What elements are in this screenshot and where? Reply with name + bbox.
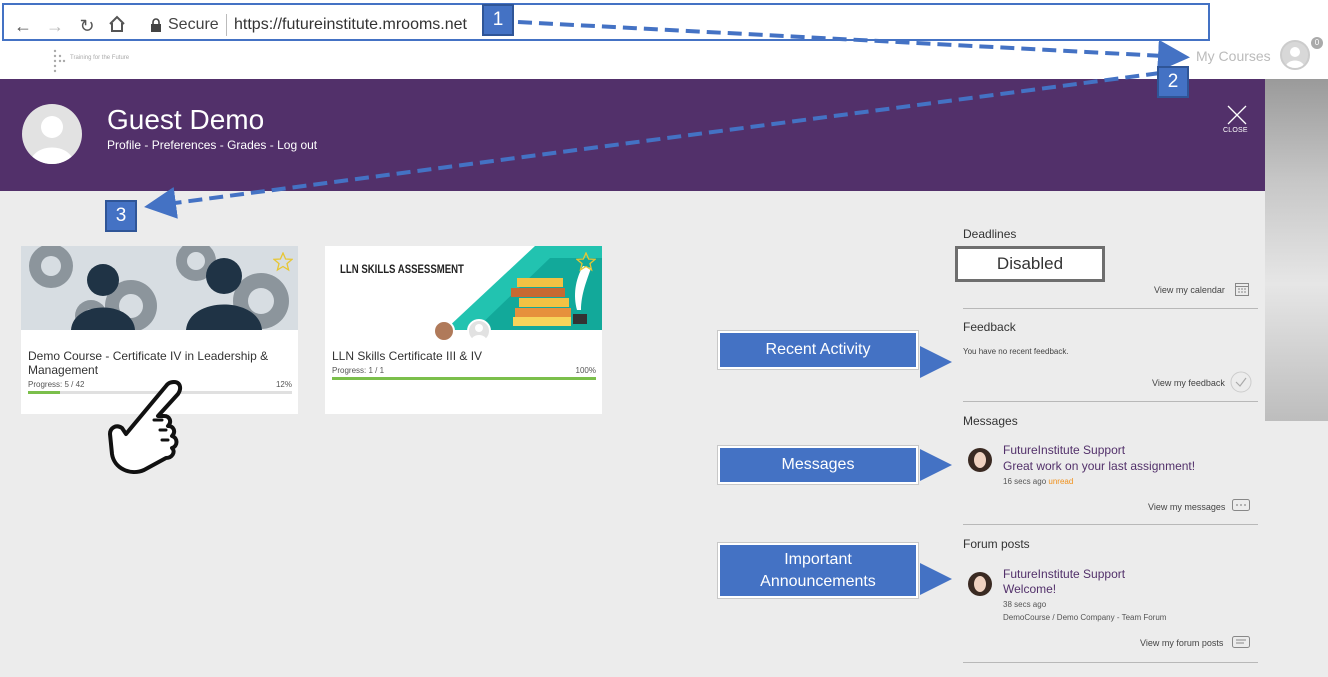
step-badge-3: 3: [105, 200, 137, 232]
link-separator: -: [266, 138, 278, 152]
progress-fill: [28, 391, 60, 394]
course-card-lln[interactable]: LLN SKILLS ASSESSMENT LLN Skills Certifi…: [325, 246, 602, 414]
favourite-star-icon[interactable]: [273, 252, 293, 272]
callout-important-announcements: Important Announcements: [717, 542, 919, 599]
profile-link[interactable]: Profile: [107, 138, 141, 152]
callout-messages: Messages: [717, 445, 919, 485]
forum-title: Forum posts: [963, 537, 1030, 551]
message-time-text: 16 secs ago: [1003, 477, 1047, 486]
section-divider: [963, 524, 1258, 525]
view-forum-link[interactable]: View my forum posts: [1140, 638, 1223, 648]
site-header: [0, 44, 1328, 79]
link-separator: -: [216, 138, 228, 152]
url-text[interactable]: https://futureinstitute.mrooms.net: [234, 16, 467, 34]
student-avatar[interactable]: [467, 319, 491, 343]
logo-icon: [53, 49, 66, 73]
course-image-lln: [325, 246, 602, 330]
logout-link[interactable]: Log out: [277, 138, 317, 152]
view-messages-link[interactable]: View my messages: [1148, 502, 1225, 512]
progress-label: Progress: 5 / 42: [28, 380, 85, 389]
message-text[interactable]: Great work on your last assignment!: [1003, 459, 1195, 473]
unread-badge: unread: [1048, 477, 1074, 486]
chat-bubble-icon[interactable]: [1232, 499, 1250, 513]
course-title-lln[interactable]: LLN Skills Certificate III & IV: [332, 349, 482, 363]
section-divider: [963, 662, 1258, 663]
step-badge-2: 2: [1157, 66, 1189, 98]
callout-recent-activity: Recent Activity: [717, 330, 919, 370]
forum-time: 38 secs ago: [1003, 600, 1047, 609]
checkmark-icon[interactable]: [1230, 371, 1252, 393]
progress-percent: 12%: [275, 380, 292, 389]
course-title-line: Demo Course - Certificate IV in Leadersh…: [28, 349, 269, 363]
message-time: 16 secs ago unread: [1003, 477, 1073, 486]
message-sender[interactable]: FutureInstitute Support: [1003, 443, 1125, 457]
feedback-title: Feedback: [963, 320, 1016, 334]
section-divider: [963, 308, 1258, 309]
progress-label: Progress: 1 / 1: [332, 366, 385, 375]
reload-icon[interactable]: ↻: [76, 15, 98, 37]
browser-toolbar: ← → ↻ Secure https://futureinstitute.mro…: [0, 0, 1328, 44]
site-tagline: Training for the Future: [70, 55, 130, 61]
view-calendar-link[interactable]: View my calendar: [1154, 285, 1225, 295]
user-menu: Profile - Preferences - Grades - Log out: [107, 138, 317, 152]
close-icon[interactable]: [1226, 104, 1248, 126]
preferences-link[interactable]: Preferences: [152, 138, 217, 152]
step-badge-1: 1: [482, 4, 514, 36]
callout-line: Announcements: [760, 573, 876, 590]
course-title-demo[interactable]: Demo Course - Certificate IV in Leadersh…: [28, 349, 268, 377]
forum-icon[interactable]: [1232, 636, 1250, 650]
link-separator: -: [141, 138, 152, 152]
back-icon[interactable]: ←: [12, 15, 34, 37]
progress-percent: 100%: [575, 366, 596, 375]
url-separator: [226, 14, 227, 36]
course-banner-text: LLN SKILLS ASSESSMENT: [340, 262, 464, 276]
pointing-hand-icon: [108, 380, 183, 474]
forum-author[interactable]: FutureInstitute Support: [1003, 567, 1125, 581]
teacher-avatar[interactable]: [433, 320, 455, 342]
section-divider: [963, 401, 1258, 402]
forward-icon[interactable]: →: [44, 15, 66, 37]
address-bar[interactable]: ← → ↻ Secure https://futureinstitute.mro…: [2, 3, 1210, 41]
lock-icon: [151, 18, 161, 32]
notification-badge[interactable]: 0: [1311, 37, 1323, 49]
callout-line: Important: [784, 551, 852, 568]
my-courses-link[interactable]: My Courses: [1196, 48, 1271, 64]
deadlines-status: Disabled: [955, 246, 1105, 282]
progress-fill: [332, 377, 596, 380]
view-feedback-link[interactable]: View my feedback: [1152, 378, 1225, 388]
course-image-demo: [21, 246, 298, 330]
course-title-line: Management: [28, 363, 99, 377]
favourite-star-icon[interactable]: [576, 252, 596, 272]
forum-context[interactable]: DemoCourse / Demo Company - Team Forum: [1003, 613, 1166, 622]
user-avatar[interactable]: [22, 104, 82, 164]
close-label[interactable]: CLOSE: [1223, 127, 1248, 134]
forum-post-title[interactable]: Welcome!: [1003, 582, 1056, 596]
feedback-note: You have no recent feedback.: [963, 347, 1069, 356]
grades-link[interactable]: Grades: [227, 138, 266, 152]
calendar-icon[interactable]: [1235, 283, 1249, 296]
messages-title: Messages: [963, 414, 1018, 428]
user-avatar-small[interactable]: [1280, 40, 1310, 70]
forum-author-avatar[interactable]: [968, 572, 992, 596]
secure-label: Secure: [168, 16, 219, 33]
background-photo: [1265, 79, 1328, 421]
user-name: Guest Demo: [107, 104, 265, 135]
progress-bar: [332, 377, 596, 380]
message-sender-avatar[interactable]: [968, 448, 992, 472]
deadlines-title: Deadlines: [963, 227, 1017, 241]
home-icon[interactable]: [106, 15, 128, 37]
